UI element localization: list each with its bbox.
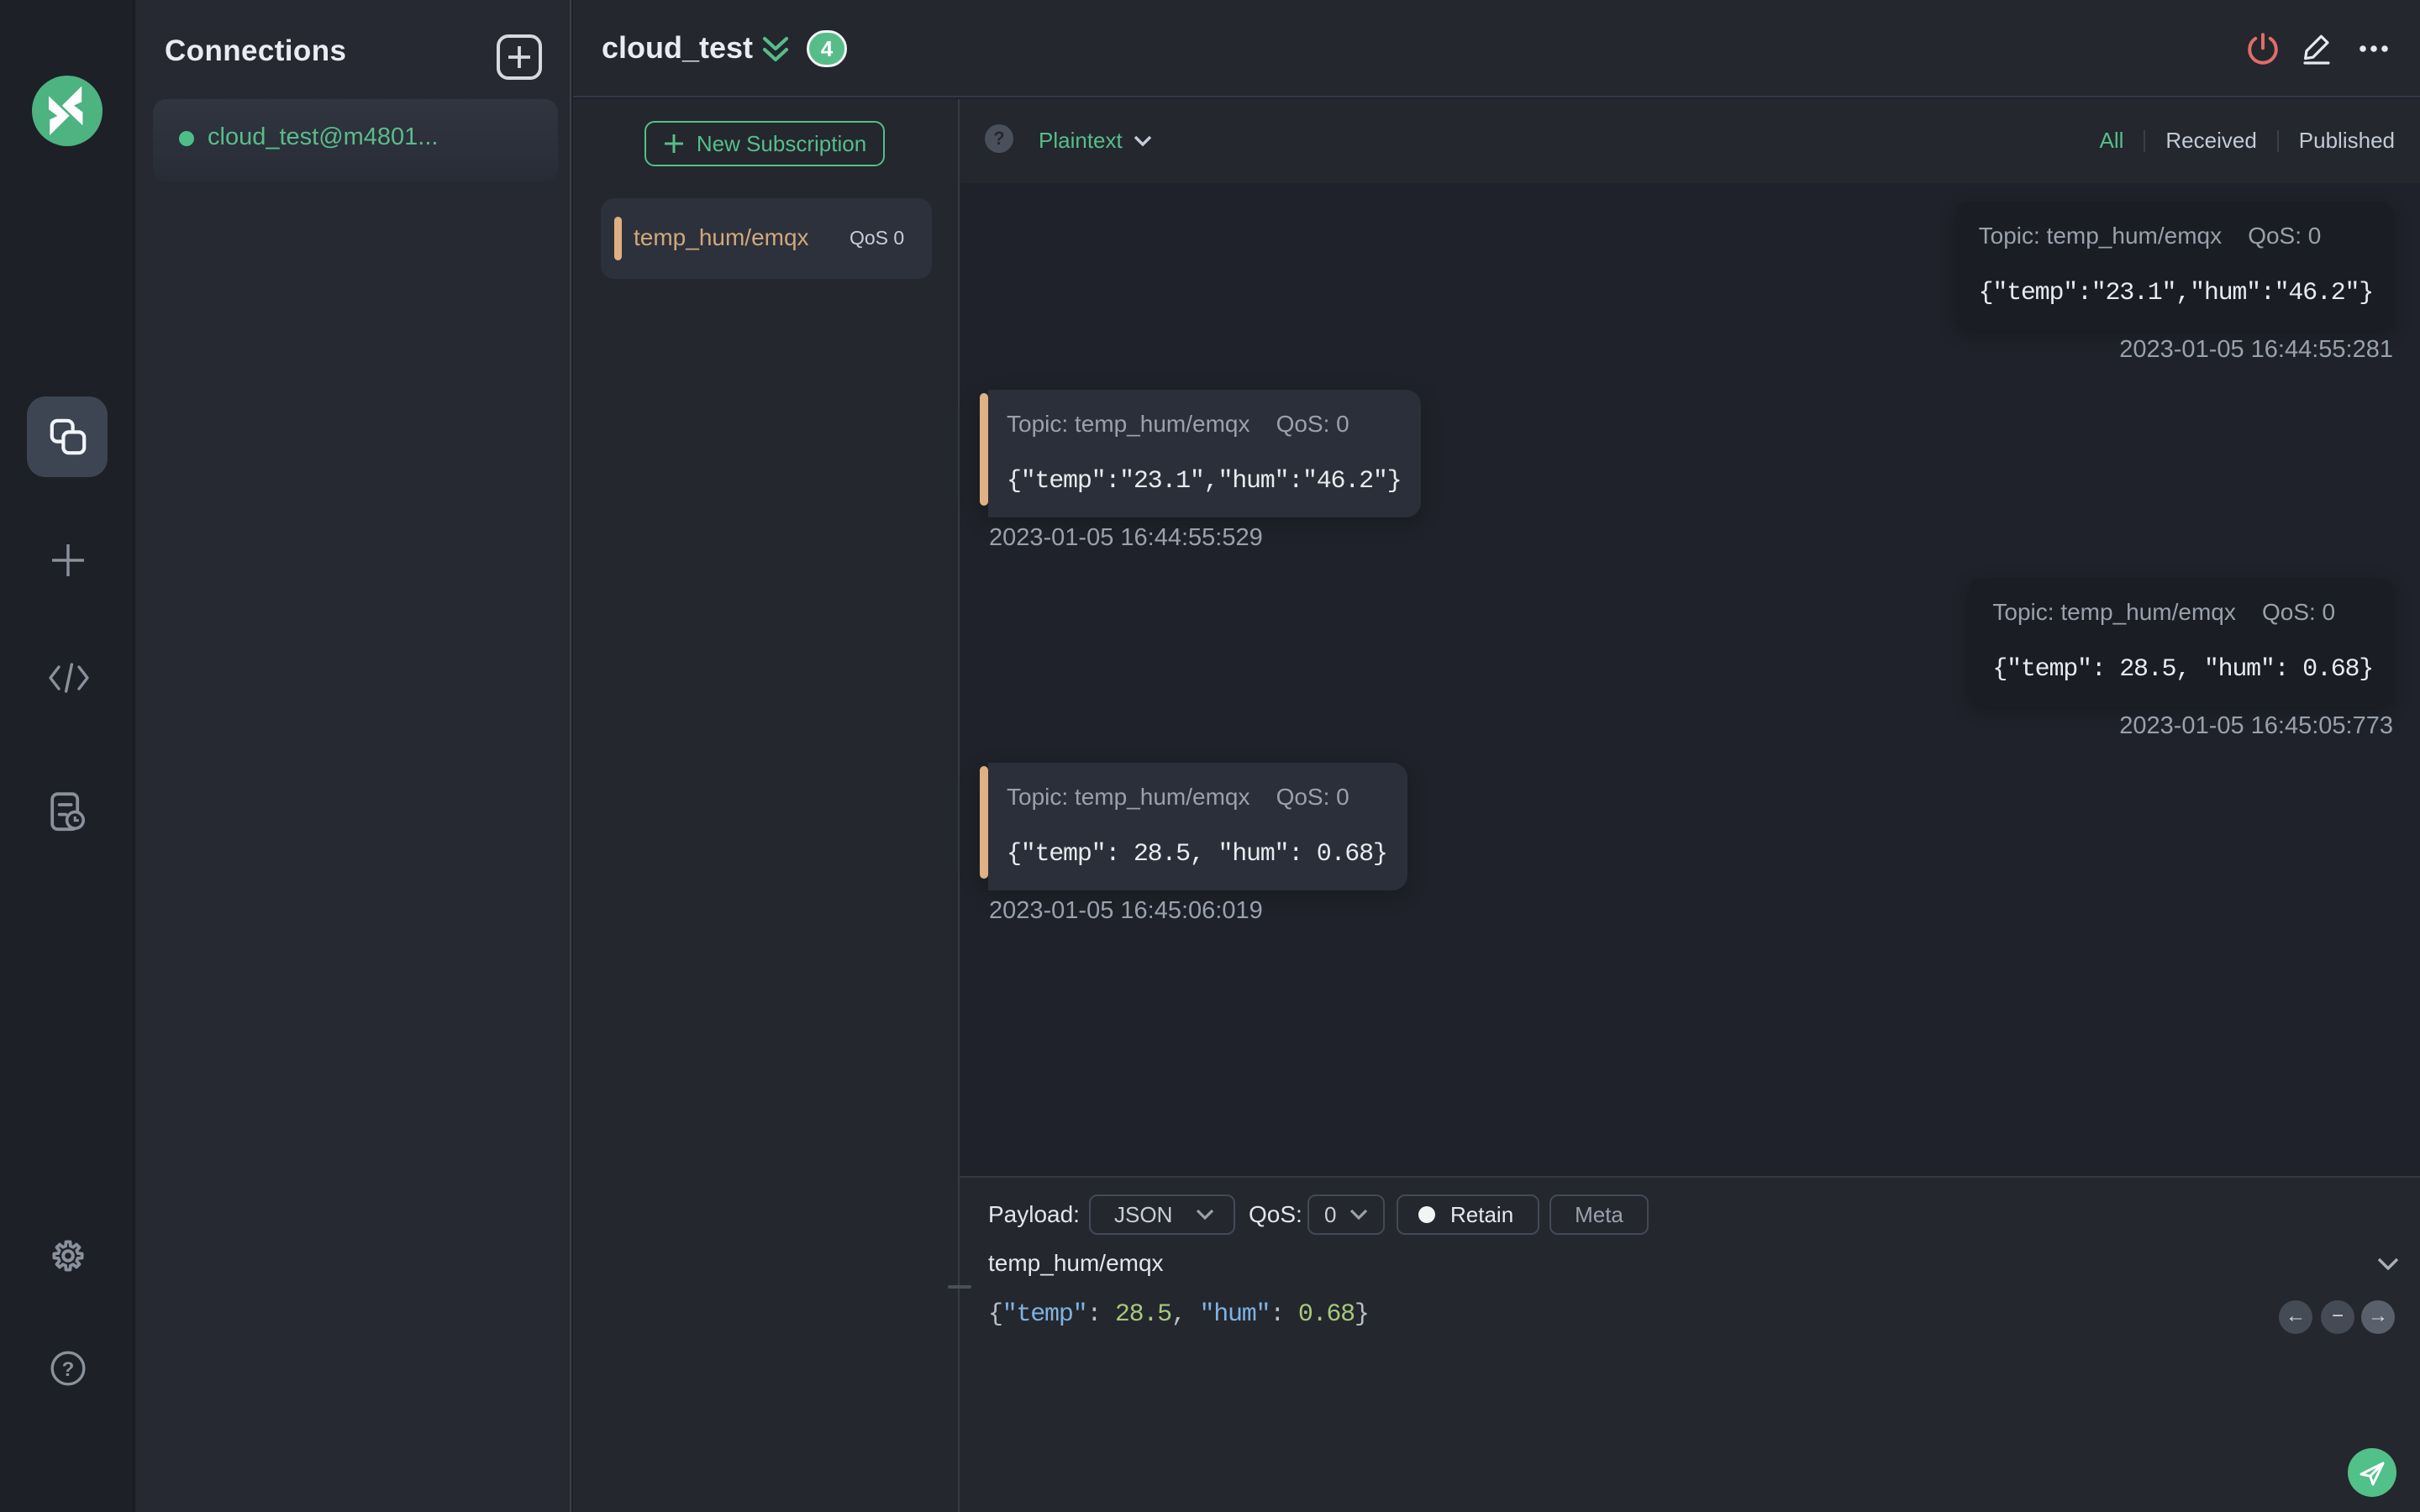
svg-text:?: ?	[62, 1358, 75, 1381]
